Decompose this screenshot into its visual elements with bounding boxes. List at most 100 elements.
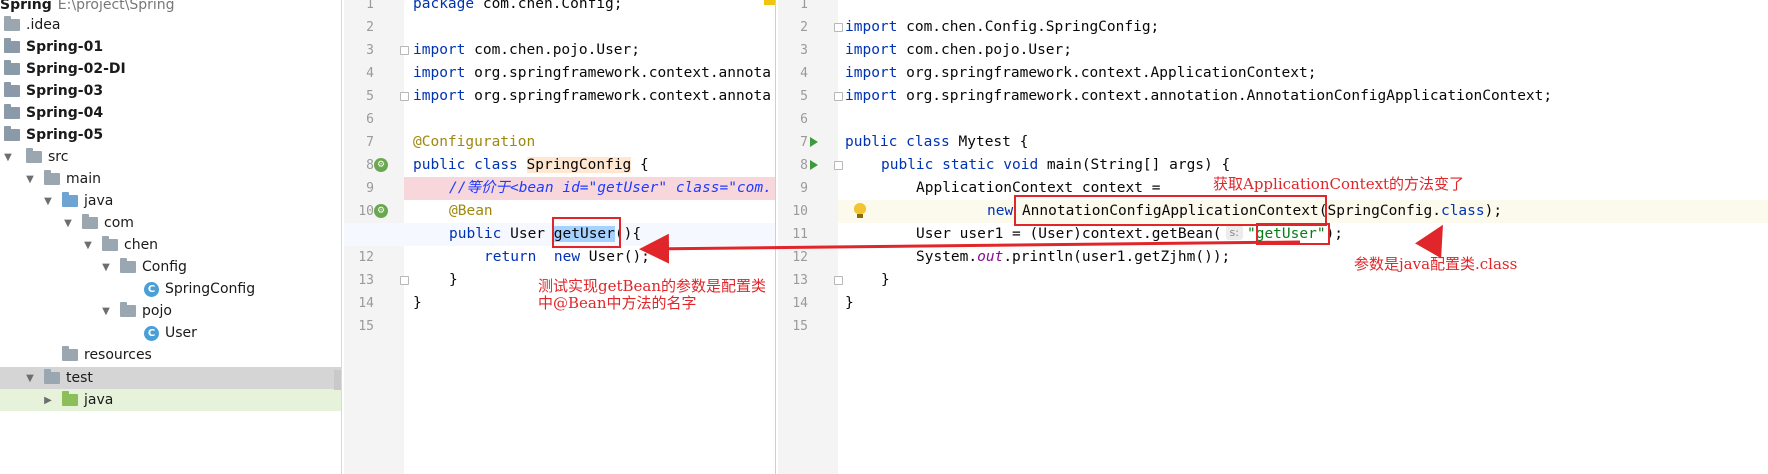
package-icon: [120, 302, 136, 317]
tree-item-springconfig[interactable]: C SpringConfig: [0, 278, 341, 300]
tree-item-spring-01[interactable]: Spring-01: [0, 36, 341, 58]
note-java-config-class: 参数是java配置类.class: [1354, 255, 1518, 273]
tree-scrollbar[interactable]: [334, 370, 341, 390]
code-line-10: @Bean: [449, 203, 493, 219]
code-line-5: import org.springframework.context.annot…: [413, 88, 771, 104]
fold-marker-icon[interactable]: [834, 92, 843, 101]
line-number: 7: [366, 135, 374, 150]
editor-springconfig[interactable]: 1 2 3 4 5 6 7 8 9 10 11 12 13 14 15 ⚙ ⚙ …: [344, 0, 776, 474]
line-number: 3: [800, 43, 808, 58]
editor-gutter: 1 2 3 4 5 6 7 8 9 10 11 12 13 14 15: [778, 0, 843, 474]
line-number: 12: [792, 250, 808, 265]
chevron-down-icon[interactable]: ▼: [82, 240, 94, 251]
tree-item-spring-03[interactable]: Spring-03: [0, 80, 341, 102]
tree-item-label: chen: [124, 237, 159, 253]
editor-mytest[interactable]: 1 2 3 4 5 6 7 8 9 10 11 12 13 14 15 impo…: [778, 0, 1768, 474]
highlight-box-getuser-string: [1256, 223, 1330, 245]
chevron-down-icon[interactable]: ▼: [24, 174, 36, 185]
tree-item-spring-05[interactable]: Spring-05: [0, 124, 341, 146]
code-line-8: public static void main(String[] args) {: [881, 157, 1231, 173]
tree-item-test[interactable]: ▼ test: [0, 367, 341, 389]
chevron-right-icon[interactable]: ▶: [42, 395, 54, 406]
tree-item-label: Spring-02-DI: [26, 61, 126, 77]
intention-bulb-icon[interactable]: [854, 203, 866, 218]
test-source-folder-icon: [62, 391, 78, 406]
spring-bean-gutter-icon[interactable]: ⚙: [374, 204, 388, 218]
project-path: E:\project\Spring: [57, 0, 175, 13]
module-folder-icon: [4, 82, 20, 97]
fold-marker-icon[interactable]: [400, 276, 409, 285]
parameter-hint: s:: [1225, 225, 1243, 240]
chevron-down-icon[interactable]: ▼: [24, 373, 36, 384]
code-line-13: }: [881, 272, 890, 288]
tree-item-pojo[interactable]: ▼ pojo: [0, 300, 341, 322]
run-main-icon[interactable]: [810, 160, 818, 170]
module-folder-icon: [4, 60, 20, 75]
fold-marker-icon[interactable]: [400, 46, 409, 55]
highlight-box-getuser-method: [552, 217, 621, 248]
chevron-down-icon[interactable]: ▼: [2, 152, 14, 163]
tree-item-com[interactable]: ▼ com: [0, 212, 341, 234]
line-number: 1: [366, 0, 374, 12]
line-number: 9: [366, 181, 374, 196]
tree-item-label: src: [48, 149, 69, 165]
package-icon: [82, 214, 98, 229]
code-line-4: import org.springframework.context.annot…: [413, 65, 771, 81]
tree-item-label: Spring-03: [26, 83, 104, 99]
project-name: Spring: [0, 0, 52, 13]
line-number: 14: [792, 296, 808, 311]
code-line-2: import com.chen.Config.SpringConfig;: [845, 19, 1160, 35]
tree-item-label: Spring-01: [26, 39, 104, 55]
code-line-7: @Configuration: [413, 134, 536, 150]
tree-item-idea[interactable]: .idea: [0, 14, 341, 36]
code-line-5: import org.springframework.context.annot…: [845, 88, 1553, 104]
tree-item-label: User: [165, 325, 197, 341]
fold-marker-icon[interactable]: [834, 161, 843, 170]
code-line-8: public class SpringConfig {: [413, 157, 649, 173]
tree-item-label: test: [66, 370, 93, 386]
fold-marker-icon[interactable]: [400, 92, 409, 101]
module-folder-icon: [4, 126, 20, 141]
line-number: 11: [792, 227, 808, 242]
line-number: 2: [800, 20, 808, 35]
tree-item-config[interactable]: ▼ Config: [0, 256, 341, 278]
tree-item-main[interactable]: ▼ main: [0, 168, 341, 190]
line-number: 7: [800, 135, 808, 150]
chevron-down-icon[interactable]: ▼: [100, 262, 112, 273]
project-tree: Spring E:\project\Spring .idea Spring-01…: [0, 0, 342, 474]
line-number: 6: [800, 112, 808, 127]
highlight-box-context-constructor: [1014, 195, 1327, 226]
code-line-9: //等价于<bean id="getUser" class="com.: [449, 180, 772, 196]
fold-marker-icon[interactable]: [834, 23, 843, 32]
package-icon: [102, 236, 118, 251]
tree-item-spring-02-di[interactable]: Spring-02-DI: [0, 58, 341, 80]
spring-config-gutter-icon[interactable]: ⚙: [374, 158, 388, 172]
tree-item-label: resources: [84, 347, 152, 363]
fold-marker-icon[interactable]: [834, 276, 843, 285]
tree-item-src[interactable]: ▼ src: [0, 146, 341, 168]
module-folder-icon: [4, 104, 20, 119]
line-number: 2: [366, 20, 374, 35]
tree-item-test-java[interactable]: ▶ java: [0, 389, 341, 411]
line-number: 5: [800, 89, 808, 104]
tree-item-chen[interactable]: ▼ chen: [0, 234, 341, 256]
tree-item-user[interactable]: C User: [0, 322, 341, 344]
chevron-down-icon[interactable]: ▼: [62, 218, 74, 229]
folder-icon: [44, 369, 60, 384]
line-number: 3: [366, 43, 374, 58]
run-class-icon[interactable]: [810, 137, 818, 147]
code-line-12: return new User();: [484, 249, 650, 265]
tree-item-resources[interactable]: resources: [0, 344, 341, 366]
line-number: 10: [358, 204, 374, 219]
java-class-icon: C: [144, 281, 159, 297]
chevron-down-icon[interactable]: ▼: [100, 306, 112, 317]
tree-item-java[interactable]: ▼ java: [0, 190, 341, 212]
line-number: 15: [792, 319, 808, 334]
tree-item-spring-04[interactable]: Spring-04: [0, 102, 341, 124]
tree-item-label: Spring-05: [26, 127, 104, 143]
package-icon: [120, 258, 136, 273]
chevron-down-icon[interactable]: ▼: [42, 196, 54, 207]
line-number: 1: [800, 0, 808, 12]
tree-item-label: .idea: [26, 17, 61, 33]
code-line-4: import org.springframework.context.Appli…: [845, 65, 1317, 81]
